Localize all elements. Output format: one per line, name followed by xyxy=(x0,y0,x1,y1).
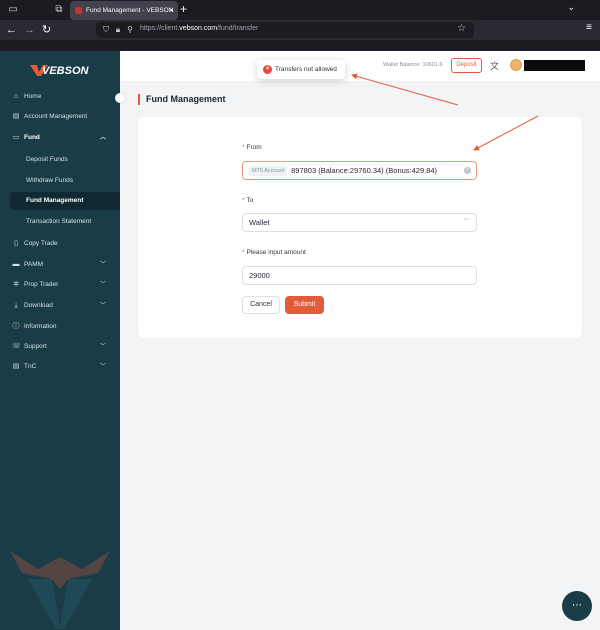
fund-icon: ▭ xyxy=(12,134,20,141)
sidebar-item-label: Fund xyxy=(24,134,40,141)
sidebar-item-label: Fund Management xyxy=(26,197,84,204)
main-content: Wallet Balance: 10601.6 Deposit 文 redact… xyxy=(115,51,600,630)
tnc-icon: ▤ xyxy=(12,363,20,370)
pamm-icon: ▬ xyxy=(12,261,20,268)
transfer-form-card: * From MT5 Account 897803 (Balance:29760.3… xyxy=(138,117,582,338)
sidebar-item-label: Information xyxy=(24,323,57,330)
sidebar-item-deposit-funds[interactable]: Deposit Funds xyxy=(0,151,120,169)
sidebar-item-pamm[interactable]: ▬ PAMM ﹀ xyxy=(0,256,120,274)
support-icon: ☏ xyxy=(12,343,21,350)
forward-arrow-icon[interactable]: → xyxy=(24,23,35,37)
info-icon: ⓘ xyxy=(12,323,20,330)
cancel-button[interactable]: Cancel xyxy=(242,296,280,314)
url-bar[interactable]: ⛉ 🔒︎ ⚲ https://client.vebson.com/fund/tr… xyxy=(96,22,474,38)
mt5-account-tag: MT5 Account xyxy=(249,166,288,176)
sidebar-item-information[interactable]: ⓘ Information xyxy=(0,318,120,336)
amount-input[interactable]: 29000 xyxy=(242,266,477,285)
prop-icon: ✲ xyxy=(13,281,19,288)
avatar[interactable] xyxy=(510,59,522,71)
chevron-down-icon: ﹀ xyxy=(99,262,106,268)
sidebar-item-label: Download xyxy=(24,302,53,309)
sidebar-item-tnc[interactable]: ▤ TnC ﹀ xyxy=(0,358,120,376)
bookmark-star-icon[interactable]: ☆ xyxy=(457,23,466,34)
reload-icon[interactable]: ↻ xyxy=(42,23,51,37)
sidebar-item-withdraw-funds[interactable]: Withdraw Funds xyxy=(0,172,120,190)
sidebar-item-label: Home xyxy=(24,93,42,100)
submit-button[interactable]: Submit xyxy=(285,296,324,314)
chevron-down-icon: ﹀ xyxy=(99,364,106,370)
tab-group-icon[interactable]: ⧉ xyxy=(52,3,66,17)
sidebar-item-label: Prop Trader xyxy=(24,281,59,288)
sidebar-item-fund-management[interactable]: Fund Management xyxy=(10,192,120,210)
error-x-icon: × xyxy=(263,65,272,74)
watermark-logo-icon xyxy=(10,551,110,629)
url-text: https://client.vebson.com/fund/transfer xyxy=(140,25,259,32)
sidebar-item-download[interactable]: ⤓ Download ﹀ xyxy=(0,297,120,315)
amount-label: * Please input amount xyxy=(242,249,306,256)
wallet-balance: Wallet Balance: 10601.6 xyxy=(383,62,443,68)
toast-message: Transfers not allowed xyxy=(275,66,337,73)
sidebar-item-home[interactable]: ⌂ Home xyxy=(0,88,120,106)
sidebar-item-copy-trade[interactable]: ▯ Copy Trade xyxy=(0,235,120,253)
top-header: Wallet Balance: 10601.6 Deposit 文 redact… xyxy=(120,51,600,81)
language-icon[interactable]: 文 xyxy=(490,59,499,72)
sidebar-item-label: PAMM xyxy=(24,261,44,268)
tab-close-icon[interactable]: × xyxy=(169,1,174,20)
to-account-select[interactable]: Wallet ﹀ xyxy=(242,213,477,232)
sidebar-item-label: Withdraw Funds xyxy=(26,177,73,184)
sidebar-item-prop-trader[interactable]: ✲ Prop Trader ﹀ xyxy=(0,276,120,294)
clear-icon[interactable]: × xyxy=(464,167,471,174)
to-label: * To xyxy=(242,197,254,204)
tab-title: Fund Management - VEBSON xyxy=(86,7,174,14)
browser-tab-strip: ▭ ⧉ Fund Management - VEBSON × + ⌄ xyxy=(0,0,600,20)
page-title: Fund Management xyxy=(146,94,226,104)
chat-support-button[interactable]: ⋯ xyxy=(562,591,592,621)
chevron-down-icon: ﹀ xyxy=(462,219,469,225)
sidebar: VEBSON ⌂ Home ▤ Account Management ▭ Fun… xyxy=(0,51,120,630)
chevron-down-icon: ﹀ xyxy=(99,344,106,350)
download-icon: ⤓ xyxy=(14,302,18,309)
from-label: * From xyxy=(242,144,262,151)
deposit-button[interactable]: Deposit xyxy=(451,58,482,73)
tracking-shield-icon[interactable]: ⛉ xyxy=(101,24,111,34)
sidebar-item-fund[interactable]: ▭ Fund ︿ xyxy=(0,129,120,147)
svg-text:VEBSON: VEBSON xyxy=(42,65,90,77)
lock-icon[interactable]: 🔒︎ xyxy=(113,24,123,34)
chat-bubble-icon: ⋯ xyxy=(572,600,582,611)
app-menu-icon[interactable]: ≡ xyxy=(586,22,592,33)
to-account-value: Wallet xyxy=(249,218,270,227)
home-icon: ⌂ xyxy=(13,93,19,100)
chevron-down-icon: ﹀ xyxy=(99,282,106,288)
user-name-redacted[interactable]: redacted xyxy=(524,60,585,71)
new-tab-icon[interactable]: + xyxy=(180,2,187,16)
from-account-select[interactable]: MT5 Account 897803 (Balance:29760.34) (Bo… xyxy=(242,161,477,180)
tab-list-chevron-icon[interactable]: ⌄ xyxy=(567,2,575,13)
sidebar-item-transaction-statement[interactable]: Transaction Statement xyxy=(0,213,120,231)
error-toast: × Transfers not allowed xyxy=(257,60,345,79)
site-favicon-icon xyxy=(75,7,82,14)
sidebar-item-label: Deposit Funds xyxy=(26,156,68,163)
from-account-value: 897803 (Balance:29760.34) (Bonus:429.84) xyxy=(291,166,438,175)
sidebar-item-label: TnC xyxy=(24,363,37,370)
sidebar-collapse-toggle[interactable] xyxy=(115,93,125,103)
permissions-icon[interactable]: ⚲ xyxy=(125,24,135,34)
sidebar-item-label: Copy Trade xyxy=(24,240,58,247)
sidebar-item-label: Account Management xyxy=(24,113,88,120)
amount-value: 29000 xyxy=(249,271,270,280)
browser-nav-bar: ← → ↻ ⛉ 🔒︎ ⚲ https://client.vebson.com/f… xyxy=(0,20,600,40)
account-icon: ▤ xyxy=(12,113,20,120)
chevron-down-icon: ﹀ xyxy=(99,303,106,309)
sidebar-item-label: Support xyxy=(24,343,47,350)
sidebar-item-account-management[interactable]: ▤ Account Management xyxy=(0,108,120,126)
sidebar-item-support[interactable]: ☏ Support ﹀ xyxy=(0,338,120,356)
sidebar-item-label: Transaction Statement xyxy=(26,218,92,225)
browser-separator xyxy=(0,40,600,51)
browser-tab-active[interactable]: Fund Management - VEBSON × xyxy=(70,1,178,20)
title-accent-bar xyxy=(138,94,140,105)
back-arrow-icon[interactable]: ← xyxy=(6,23,17,37)
chevron-up-icon: ︿ xyxy=(99,135,106,141)
firefox-view-icon[interactable]: ▭ xyxy=(6,3,20,17)
copy-icon: ▯ xyxy=(14,240,18,247)
vebson-logo: VEBSON xyxy=(30,65,90,77)
